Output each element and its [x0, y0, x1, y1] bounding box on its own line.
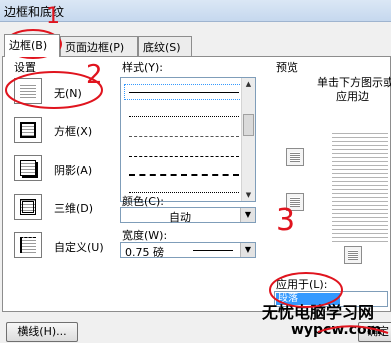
tab-borders[interactable]: 边框(B) [4, 34, 60, 57]
annotation-mark-2: 2 [86, 60, 103, 90]
annotation-mark-3: 3 [276, 203, 295, 238]
annotation-circle-apply [269, 272, 343, 308]
annotation-mark-1: 1 [46, 4, 60, 29]
annotation-circle-ok [317, 325, 389, 334]
